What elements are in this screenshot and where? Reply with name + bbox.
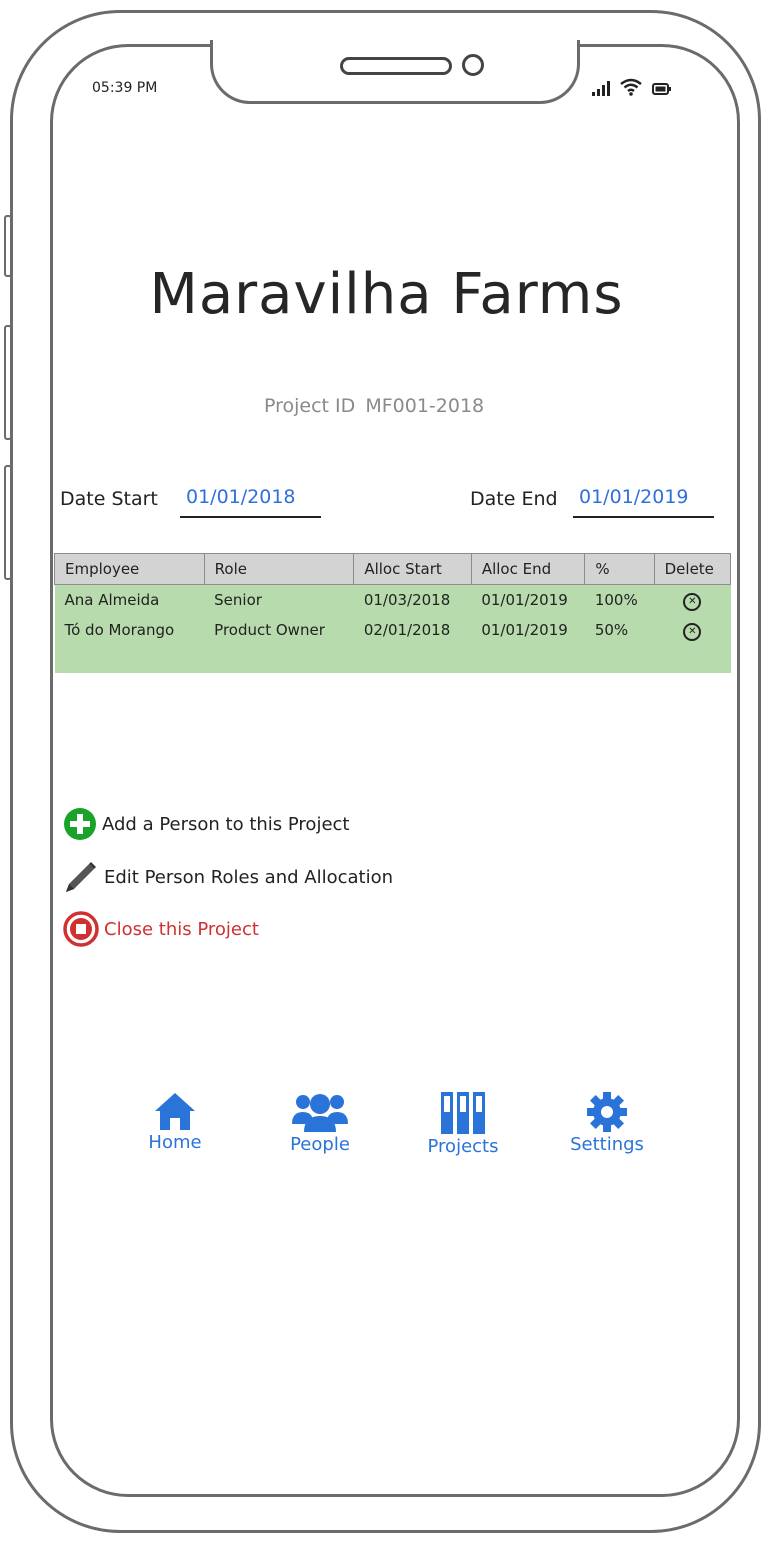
allocation-table: Employee Role Alloc Start Alloc End % De… xyxy=(54,553,732,673)
column-header-percent[interactable]: % xyxy=(584,553,655,585)
column-header-alloc-start[interactable]: Alloc Start xyxy=(353,553,472,585)
close-project-label: Close this Project xyxy=(104,918,259,940)
people-icon xyxy=(292,1094,348,1132)
status-time: 05:39 PM xyxy=(92,80,158,96)
edit-roles-label: Edit Person Roles and Allocation xyxy=(104,866,393,888)
cell-alloc-end: 01/01/2019 xyxy=(471,615,585,645)
cell-percent: 100% xyxy=(584,584,655,615)
add-person-button[interactable]: Add a Person to this Project xyxy=(62,806,349,842)
column-header-alloc-end[interactable]: Alloc End xyxy=(470,553,586,585)
cell-alloc-end: 01/01/2019 xyxy=(471,584,585,615)
battery-icon xyxy=(652,83,671,95)
cell-employee: Tó do Morango xyxy=(54,615,205,645)
date-start-label: Date Start xyxy=(60,488,158,510)
table-header-row: Employee Role Alloc Start Alloc End % De… xyxy=(54,553,732,585)
tab-settings-label: Settings xyxy=(570,1134,644,1155)
status-icons xyxy=(592,78,672,96)
signal-icon xyxy=(592,80,610,96)
cell-alloc-start: 02/01/2018 xyxy=(353,615,472,645)
pencil-icon xyxy=(66,862,96,892)
cell-alloc-start: 01/03/2018 xyxy=(353,584,472,615)
tab-home[interactable]: Home xyxy=(120,1090,230,1153)
edit-roles-button[interactable]: Edit Person Roles and Allocation xyxy=(62,858,393,896)
cell-percent: 50% xyxy=(584,615,655,645)
table-empty-row xyxy=(54,645,731,673)
date-start-field[interactable]: 01/01/2018 xyxy=(180,486,321,518)
bottom-tab-bar: Home People Projects Settings xyxy=(120,1090,660,1157)
projects-icon xyxy=(441,1092,485,1134)
delete-row-icon[interactable]: ✕ xyxy=(683,592,702,611)
tab-home-label: Home xyxy=(148,1132,202,1153)
close-project-button[interactable]: Close this Project xyxy=(62,910,259,948)
tab-people-label: People xyxy=(290,1134,350,1155)
add-person-label: Add a Person to this Project xyxy=(102,813,350,835)
cell-role: Product Owner xyxy=(204,615,354,645)
table-row[interactable]: Tó do Morango Product Owner 02/01/2018 0… xyxy=(54,615,731,645)
gear-icon xyxy=(587,1092,627,1132)
side-button-volume-up xyxy=(4,325,12,440)
column-header-delete[interactable]: Delete xyxy=(653,553,732,585)
cell-delete: ✕ xyxy=(654,584,731,615)
tab-projects-label: Projects xyxy=(427,1136,499,1157)
front-camera xyxy=(462,54,484,76)
project-id-value: MF001-2018 xyxy=(365,395,485,417)
side-button-volume-down xyxy=(4,465,12,580)
column-header-role[interactable]: Role xyxy=(203,553,355,585)
plus-circle-icon xyxy=(64,808,96,840)
tab-projects[interactable]: Projects xyxy=(408,1090,518,1157)
table-row[interactable]: Ana Almeida Senior 01/03/2018 01/01/2019… xyxy=(54,584,731,615)
delete-row-icon[interactable]: ✕ xyxy=(683,622,702,641)
project-id-label: Project ID xyxy=(264,395,356,417)
speaker-grille xyxy=(340,57,452,75)
cell-role: Senior xyxy=(204,584,354,615)
cell-employee: Ana Almeida xyxy=(54,584,205,615)
date-end-label: Date End xyxy=(470,488,558,510)
tab-people[interactable]: People xyxy=(265,1090,375,1155)
home-icon xyxy=(155,1093,195,1130)
wifi-icon xyxy=(620,78,642,96)
tab-settings[interactable]: Settings xyxy=(552,1090,662,1155)
column-header-employee[interactable]: Employee xyxy=(54,553,205,585)
cell-delete: ✕ xyxy=(654,615,731,645)
page-title: Maravilha Farms xyxy=(149,262,624,327)
stop-circle-icon xyxy=(63,911,99,947)
date-end-field[interactable]: 01/01/2019 xyxy=(573,486,714,518)
project-id: Project ID MF001-2018 xyxy=(264,395,484,417)
